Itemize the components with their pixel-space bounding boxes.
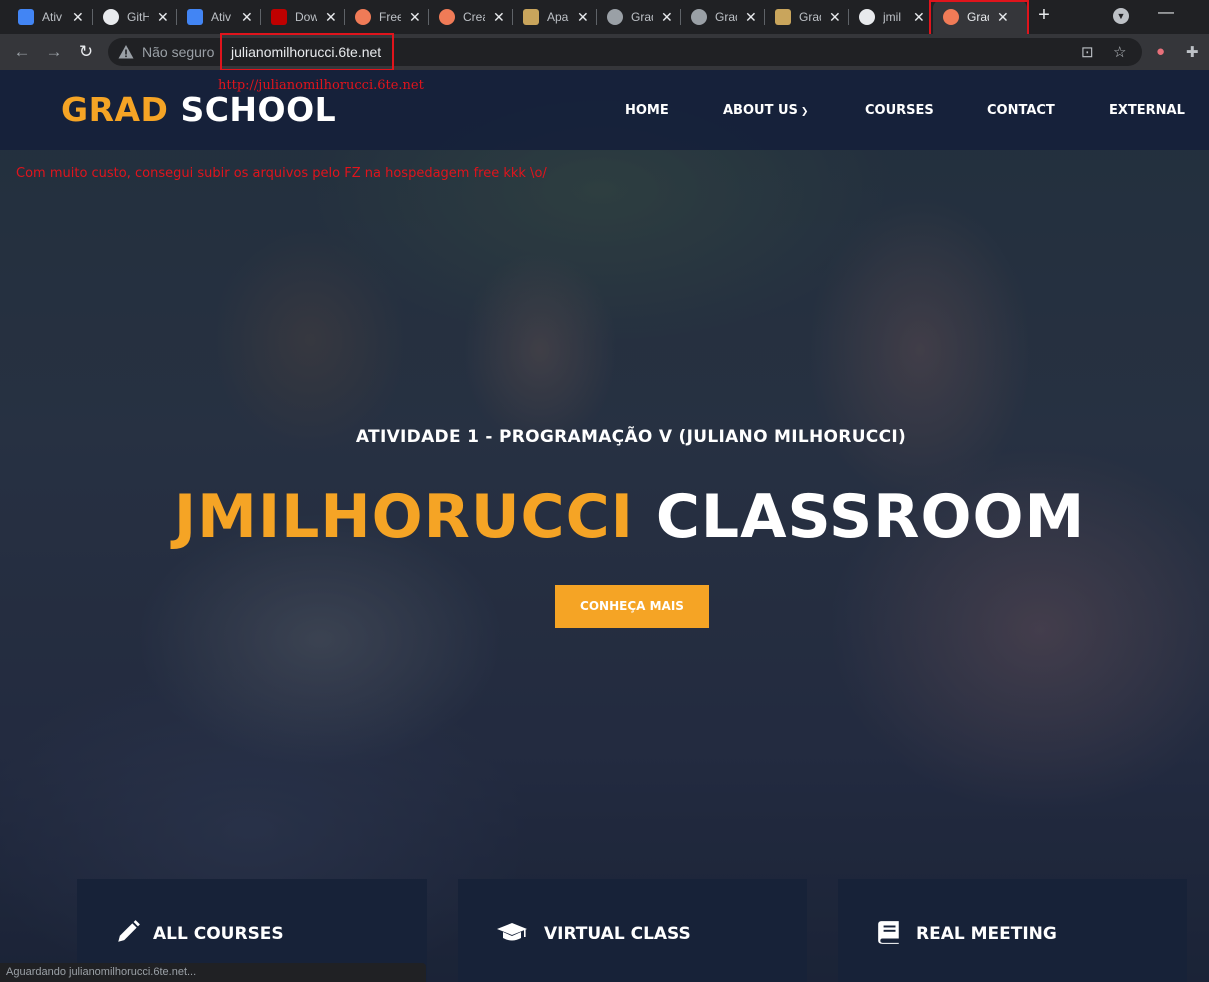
reload-icon[interactable]: ↻ — [74, 40, 98, 64]
tab-5[interactable]: Free ✕ — [345, 0, 429, 34]
github-icon — [859, 9, 875, 25]
google-docs-icon — [187, 9, 203, 25]
url-highlight-box — [220, 33, 394, 71]
globe-icon — [691, 9, 707, 25]
warning-icon[interactable] — [118, 44, 134, 60]
web-page: GRAD SCHOOL HOME ABOUT US ❯ COURSES CONTA… — [0, 70, 1209, 982]
nav-external[interactable]: EXTERNAL — [1109, 103, 1185, 118]
nav-about-us-label: ABOUT US — [723, 103, 798, 118]
tab-11[interactable]: jmil ✕ — [849, 0, 933, 34]
close-tab-icon[interactable]: ✕ — [745, 9, 757, 26]
filezilla-icon — [271, 9, 287, 25]
close-tab-icon[interactable]: ✕ — [241, 9, 253, 26]
tab-strip: Ativ ✕ GitH ✕ Ativ ✕ Dow ✕ Free ✕ Crea ✕… — [0, 0, 1209, 37]
chevron-down-icon: ❯ — [800, 107, 809, 117]
site-icon — [439, 9, 455, 25]
site-logo[interactable]: GRAD SCHOOL — [61, 90, 336, 129]
pencil-icon — [118, 920, 140, 942]
feature-label: ALL COURSES — [153, 924, 284, 944]
close-tab-icon[interactable]: ✕ — [157, 9, 169, 26]
tab-10[interactable]: Grad ✕ — [765, 0, 849, 34]
close-tab-icon[interactable]: ✕ — [829, 9, 841, 26]
insecure-label[interactable]: Não seguro — [142, 44, 214, 60]
graduation-cap-icon — [497, 923, 527, 941]
annotation-url-note: http://julianomilhorucci.6te.net — [218, 78, 424, 93]
tab-4[interactable]: Dow ✕ — [261, 0, 345, 34]
hero-headline: JMILHORUCCI CLASSROOM — [0, 482, 1209, 552]
headline-name: JMILHORUCCI — [173, 482, 634, 552]
active-tab-highlight-box — [929, 0, 1029, 37]
globe-icon — [607, 9, 623, 25]
extension-badge-icon[interactable]: ● — [1156, 43, 1165, 60]
close-tab-icon[interactable]: ✕ — [577, 9, 589, 26]
close-tab-icon[interactable]: ✕ — [325, 9, 337, 26]
feature-real-meeting[interactable]: REAL MEETING — [838, 879, 1187, 982]
tab-9[interactable]: Grad ✕ — [681, 0, 765, 34]
tab-2[interactable]: GitH ✕ — [93, 0, 177, 34]
forward-icon[interactable]: → — [42, 40, 66, 64]
apache-icon — [523, 9, 539, 25]
logo-grad: GRAD — [61, 90, 169, 129]
close-tab-icon[interactable]: ✕ — [72, 9, 84, 26]
close-tab-icon[interactable]: ✕ — [913, 9, 925, 26]
site-header: GRAD SCHOOL HOME ABOUT US ❯ COURSES CONTA… — [0, 70, 1209, 150]
learn-more-button[interactable]: CONHEÇA MAIS — [555, 585, 709, 628]
nav-home[interactable]: HOME — [625, 103, 669, 118]
tab-1[interactable]: Ativ ✕ — [8, 0, 93, 34]
feature-virtual-class[interactable]: VIRTUAL CLASS — [458, 879, 807, 982]
translate-icon[interactable]: ⊡ — [1081, 43, 1094, 61]
nav-contact[interactable]: CONTACT — [987, 103, 1055, 118]
new-tab-button[interactable]: + — [1033, 4, 1055, 27]
tab-8[interactable]: Grad ✕ — [597, 0, 681, 34]
nav-about-us[interactable]: ABOUT US ❯ — [723, 103, 808, 118]
feature-label: VIRTUAL CLASS — [544, 924, 691, 944]
apache-icon — [775, 9, 791, 25]
tab-3[interactable]: Ativ ✕ — [177, 0, 261, 34]
close-tab-icon[interactable]: ✕ — [493, 9, 505, 26]
github-icon — [103, 9, 119, 25]
google-classroom-icon — [18, 9, 34, 25]
feature-label: REAL MEETING — [916, 924, 1057, 944]
tab-7[interactable]: Apa ✕ — [513, 0, 597, 34]
headline-classroom: CLASSROOM — [655, 482, 1086, 552]
browser-status-bar: Aguardando julianomilhorucci.6te.net... — [0, 963, 426, 982]
bookmark-star-icon[interactable]: ☆ — [1113, 43, 1126, 61]
annotation-upload-note: Com muito custo, consegui subir os arqui… — [16, 166, 547, 181]
close-tab-icon[interactable]: ✕ — [661, 9, 673, 26]
site-icon — [355, 9, 371, 25]
close-tab-icon[interactable]: ✕ — [409, 9, 421, 26]
tab-search-icon[interactable]: ▼ — [1113, 8, 1129, 24]
hero-subtitle: ATIVIDADE 1 - PROGRAMAÇÃO V (JULIANO MIL… — [355, 427, 907, 447]
book-icon — [878, 921, 899, 944]
minimize-icon[interactable]: — — [1158, 4, 1174, 22]
extensions-puzzle-icon[interactable]: ✚ — [1186, 43, 1199, 61]
tab-6[interactable]: Crea ✕ — [429, 0, 513, 34]
back-icon[interactable]: ← — [10, 40, 34, 64]
logo-school: SCHOOL — [180, 90, 337, 129]
nav-courses[interactable]: COURSES — [865, 103, 934, 118]
